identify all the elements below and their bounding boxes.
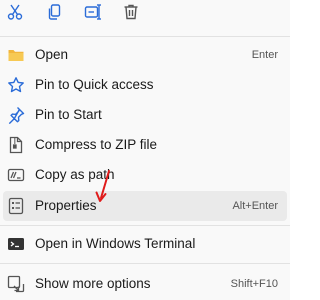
zip-icon: [7, 136, 25, 154]
properties-icon: [7, 197, 25, 215]
menu-item-label: Pin to Quick access: [35, 77, 154, 92]
copy-button[interactable]: [44, 3, 66, 25]
menu-item-open[interactable]: Open Enter: [0, 40, 290, 70]
menu-item-label: Compress to ZIP file: [35, 137, 158, 152]
more-options-icon: [7, 275, 25, 293]
menu-item-label: Properties: [35, 198, 97, 213]
delete-icon: [122, 3, 140, 26]
menu-item-compress-to-zip[interactable]: Compress to ZIP file: [0, 130, 290, 160]
context-menu: Open Enter Pin to Quick access Pin to St…: [0, 0, 290, 300]
separator: [0, 263, 290, 264]
menu-item-label: Show more options: [35, 276, 151, 291]
star-icon: [7, 76, 25, 94]
menu-item-label: Open: [35, 47, 69, 62]
context-menu-toolbar: [0, 0, 290, 28]
menu-item-show-more-options[interactable]: Show more options Shift+F10: [0, 269, 290, 299]
menu-item-shortcut: Enter: [251, 49, 278, 61]
menu-item-label: Pin to Start: [35, 107, 102, 122]
copy-icon: [46, 3, 64, 26]
menu-item-pin-to-start[interactable]: Pin to Start: [0, 100, 290, 130]
separator: [0, 36, 290, 37]
menu-item-shortcut: Shift+F10: [230, 278, 278, 290]
menu-item-pin-to-quick-access[interactable]: Pin to Quick access: [0, 70, 290, 100]
menu-item-open-in-windows-terminal[interactable]: Open in Windows Terminal: [0, 229, 290, 259]
menu-item-shortcut: Alt+Enter: [232, 200, 278, 212]
rename-button[interactable]: [82, 3, 104, 25]
menu-item-label: Open in Windows Terminal: [35, 236, 196, 251]
pin-icon: [7, 106, 25, 124]
separator: [0, 225, 290, 226]
folder-icon: [7, 46, 25, 64]
annotation-arrow-icon: [95, 170, 110, 202]
menu-item-properties[interactable]: Properties Alt+Enter: [3, 191, 287, 221]
rename-icon: [84, 3, 102, 26]
cut-button[interactable]: [4, 3, 26, 25]
cut-icon: [6, 3, 24, 26]
terminal-icon: [7, 235, 25, 253]
path-icon: [7, 166, 25, 184]
menu-item-copy-as-path[interactable]: Copy as path: [0, 160, 290, 190]
delete-button[interactable]: [120, 3, 142, 25]
